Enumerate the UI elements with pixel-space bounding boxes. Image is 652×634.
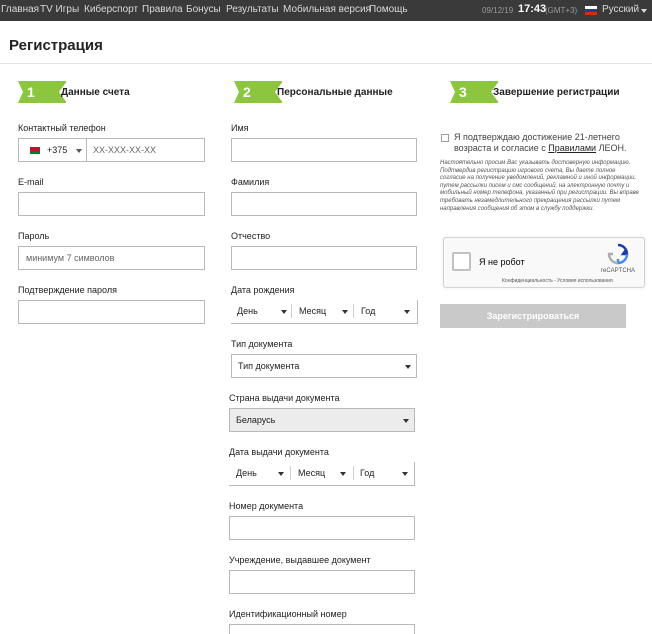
nav-item-home[interactable]: Главная (1, 4, 39, 16)
chevron-down-icon[interactable] (405, 365, 411, 369)
phone-input[interactable]: XX-XXX-XX-XX (93, 139, 156, 161)
nav-item-esports[interactable]: Киберспорт (84, 4, 138, 16)
phone-field: +375 XX-XXX-XX-XX (18, 138, 205, 162)
country-label: Страна выдачи документа (229, 393, 340, 403)
chevron-down-icon[interactable] (641, 9, 647, 13)
recaptcha-links[interactable]: Конфиденциальность - Условия использован… (502, 278, 613, 284)
current-time: 17:43 (518, 3, 547, 15)
doctype-select[interactable]: Тип документа (231, 354, 417, 378)
select-divider (290, 466, 291, 480)
rules-link[interactable]: Правилами (548, 143, 596, 153)
step-3-number: 3 (459, 84, 467, 100)
country-select[interactable]: Беларусь (229, 408, 415, 432)
issue-date-group: День Месяц Год (229, 462, 415, 486)
step-3-badge: 3 (450, 81, 499, 103)
chevron-down-icon[interactable] (76, 149, 82, 153)
phone-label: Контактный телефон (18, 123, 106, 133)
idnum-input[interactable] (229, 624, 415, 634)
patronymic-input[interactable] (231, 246, 417, 270)
surname-input[interactable] (231, 192, 417, 216)
chevron-down-icon[interactable] (402, 472, 408, 476)
step-1-number: 1 (27, 84, 35, 100)
title-divider (0, 63, 652, 64)
country-value: Беларусь (236, 415, 276, 425)
name-input[interactable] (231, 138, 417, 162)
register-button[interactable]: Зарегистрироваться (440, 304, 626, 328)
step-1-label: Данные счета (61, 87, 130, 98)
top-navigation-bar: Главная TV Игры Киберспорт Правила Бонус… (0, 0, 652, 21)
recaptcha-checkbox[interactable] (452, 252, 471, 271)
docnum-label: Номер документа (229, 501, 304, 511)
phone-country-code[interactable]: +375 (47, 139, 67, 161)
surname-label: Фамилия (231, 177, 270, 187)
select-divider (291, 304, 292, 318)
nav-item-bonuses[interactable]: Бонусы (186, 4, 221, 16)
birthdate-day-select[interactable]: День (237, 300, 258, 322)
nav-item-help[interactable]: Помощь (369, 4, 408, 16)
chevron-down-icon[interactable] (342, 310, 348, 314)
recaptcha-brand: reCAPTCHA (601, 268, 636, 274)
chevron-down-icon[interactable] (403, 419, 409, 423)
recaptcha-widget: Я не робот reCAPTCHA Конфиденциальность … (443, 237, 645, 288)
page-title: Регистрация (9, 37, 103, 54)
chevron-down-icon[interactable] (281, 310, 287, 314)
birthdate-year-select[interactable]: Год (361, 300, 375, 322)
step-2-label: Персональные данные (277, 87, 393, 98)
nav-item-rules[interactable]: Правила (142, 4, 183, 16)
nav-item-tv-games[interactable]: TV Игры (40, 4, 79, 16)
nav-item-results[interactable]: Результаты (226, 4, 279, 16)
name-label: Имя (231, 123, 249, 133)
password-input[interactable]: минимум 7 символов (18, 246, 205, 270)
language-selector[interactable]: Русский (602, 4, 639, 16)
age-consent-text: Я подтверждаю достижение 21-летнего возр… (454, 132, 634, 154)
select-divider (353, 304, 354, 318)
docnum-input[interactable] (229, 516, 415, 540)
step-3-label: Завершение регистрации (493, 87, 620, 98)
phone-separator (86, 139, 87, 161)
disclaimer-text: Настоятельно просим Вас указывать достов… (440, 160, 639, 212)
issuer-input[interactable] (229, 570, 415, 594)
birthdate-month-select[interactable]: Месяц (299, 300, 326, 322)
doctype-value: Тип документа (238, 361, 300, 371)
issue-month-select[interactable]: Месяц (298, 462, 325, 484)
recaptcha-logo-icon (607, 243, 629, 265)
belarus-flag-icon[interactable] (28, 147, 40, 154)
step-1-badge: 1 (18, 81, 67, 103)
password-label: Пароль (18, 231, 50, 241)
issue-date-label: Дата выдачи документа (229, 447, 329, 457)
chevron-down-icon[interactable] (340, 472, 346, 476)
patronymic-label: Отчество (231, 231, 271, 241)
recaptcha-label: Я не робот (479, 257, 525, 267)
doctype-label: Тип документа (231, 339, 293, 349)
password-confirm-input[interactable] (18, 300, 205, 324)
idnum-label: Идентификационный номер (229, 609, 347, 619)
birthdate-label: Дата рождения (231, 285, 295, 295)
email-label: E-mail (18, 177, 44, 187)
step-2-number: 2 (243, 84, 251, 100)
current-date: 09/12/19 (482, 6, 514, 15)
age-consent-suffix: ЛЕОН. (598, 143, 627, 153)
issue-year-select[interactable]: Год (360, 462, 374, 484)
timezone: (GMT+3) (545, 6, 578, 15)
chevron-down-icon[interactable] (278, 472, 284, 476)
password-confirm-label: Подтверждение пароля (18, 285, 117, 295)
select-divider (353, 466, 354, 480)
issuer-label: Учреждение, выдавшее документ (229, 555, 371, 565)
step-2-badge: 2 (234, 81, 283, 103)
chevron-down-icon[interactable] (404, 310, 410, 314)
birthdate-group: День Месяц Год (231, 300, 418, 324)
email-input[interactable] (18, 192, 205, 216)
nav-item-mobile[interactable]: Мобильная версия (283, 4, 371, 16)
russia-flag-icon[interactable] (585, 6, 597, 15)
issue-day-select[interactable]: День (236, 462, 257, 484)
age-consent-checkbox[interactable] (441, 134, 449, 142)
